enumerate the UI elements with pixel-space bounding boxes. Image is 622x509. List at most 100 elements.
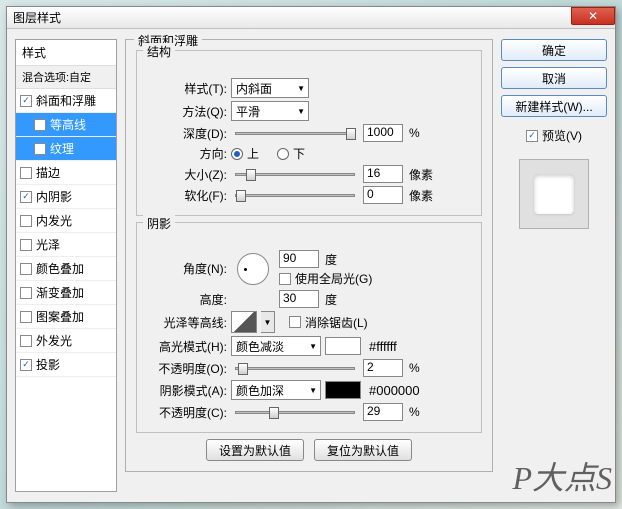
style-item-label: 颜色叠加	[36, 260, 84, 277]
style-checkbox[interactable]	[20, 191, 32, 203]
set-default-button[interactable]: 设置为默认值	[206, 439, 304, 461]
style-item-label: 图案叠加	[36, 308, 84, 325]
style-item-label: 斜面和浮雕	[36, 92, 96, 109]
styles-header[interactable]: 样式	[16, 40, 116, 66]
style-checkbox[interactable]	[20, 263, 32, 275]
antialias-checkbox[interactable]	[289, 316, 301, 328]
style-checkbox[interactable]	[20, 287, 32, 299]
direction-down-radio[interactable]	[277, 148, 289, 160]
titlebar[interactable]: 图层样式 ✕	[7, 7, 615, 29]
shadow-opacity-label: 不透明度(C):	[147, 404, 227, 421]
shadow-opacity-input[interactable]: 29	[363, 403, 403, 421]
highlight-opacity-slider[interactable]	[235, 367, 355, 370]
technique-label: 方法(Q):	[147, 103, 227, 120]
altitude-label: 高度:	[147, 291, 227, 308]
global-light-checkbox[interactable]	[279, 273, 291, 285]
slider-thumb[interactable]	[246, 169, 256, 181]
style-checkbox[interactable]	[20, 311, 32, 323]
style-checkbox[interactable]	[20, 167, 32, 179]
style-item[interactable]: 外发光	[16, 329, 116, 353]
main-settings-panel: 斜面和浮雕 结构 样式(T): 内斜面 方法(Q): 平滑 深度(D): 100	[125, 39, 493, 492]
slider-thumb[interactable]	[269, 407, 279, 419]
gloss-contour-picker[interactable]	[231, 311, 257, 333]
style-item[interactable]: 内发光	[16, 209, 116, 233]
shadow-color-swatch[interactable]	[325, 381, 361, 399]
style-checkbox[interactable]	[20, 239, 32, 251]
highlight-color-swatch[interactable]	[325, 337, 361, 355]
preview-label: 预览(V)	[542, 127, 582, 144]
depth-unit: %	[409, 126, 420, 140]
soften-input[interactable]: 0	[363, 186, 403, 204]
style-item[interactable]: 等高线	[16, 113, 116, 137]
altitude-input[interactable]: 30	[279, 290, 319, 308]
highlight-hex: #ffffff	[369, 339, 397, 354]
structure-group: 结构 样式(T): 内斜面 方法(Q): 平滑 深度(D): 1000 %	[136, 50, 482, 216]
shading-group: 阴影 角度(N): 90 度 使用全局光(G)	[136, 222, 482, 433]
style-checkbox[interactable]	[20, 359, 32, 371]
right-button-panel: 确定 取消 新建样式(W)... 预览(V)	[501, 39, 607, 492]
size-slider[interactable]	[235, 173, 355, 176]
style-item[interactable]: 斜面和浮雕	[16, 89, 116, 113]
style-checkbox[interactable]	[20, 215, 32, 227]
size-unit: 像素	[409, 166, 433, 183]
style-item[interactable]: 投影	[16, 353, 116, 377]
angle-dial[interactable]	[237, 253, 269, 285]
dialog-content: 样式 混合选项:自定 斜面和浮雕等高线纹理描边内阴影内发光光泽颜色叠加渐变叠加图…	[7, 29, 615, 502]
structure-legend: 结构	[143, 43, 175, 60]
technique-dropdown[interactable]: 平滑	[231, 101, 309, 121]
slider-thumb[interactable]	[346, 128, 356, 140]
style-item[interactable]: 图案叠加	[16, 305, 116, 329]
size-label: 大小(Z):	[147, 166, 227, 183]
style-checkbox[interactable]	[20, 335, 32, 347]
soften-label: 软化(F):	[147, 187, 227, 204]
highlight-mode-dropdown[interactable]: 颜色减淡	[231, 336, 321, 356]
depth-input[interactable]: 1000	[363, 124, 403, 142]
style-item[interactable]: 内阴影	[16, 185, 116, 209]
blend-options-row[interactable]: 混合选项:自定	[16, 66, 116, 89]
depth-slider[interactable]	[235, 132, 355, 135]
style-checkbox[interactable]	[34, 119, 46, 131]
style-item[interactable]: 光泽	[16, 233, 116, 257]
angle-unit: 度	[325, 251, 337, 268]
size-input[interactable]: 16	[363, 165, 403, 183]
style-dropdown[interactable]: 内斜面	[231, 78, 309, 98]
defaults-row: 设置为默认值 复位为默认值	[136, 439, 482, 461]
down-label: 下	[293, 145, 305, 162]
opacity-unit: %	[409, 361, 420, 375]
style-item[interactable]: 渐变叠加	[16, 281, 116, 305]
style-checkbox[interactable]	[34, 143, 46, 155]
slider-thumb[interactable]	[238, 363, 248, 375]
style-checkbox[interactable]	[20, 95, 32, 107]
direction-up-radio[interactable]	[231, 148, 243, 160]
dialog-title: 图层样式	[13, 9, 61, 26]
ok-button[interactable]: 确定	[501, 39, 607, 61]
style-item[interactable]: 描边	[16, 161, 116, 185]
bevel-section: 斜面和浮雕 结构 样式(T): 内斜面 方法(Q): 平滑 深度(D): 100	[125, 39, 493, 472]
shadow-mode-dropdown[interactable]: 颜色加深	[231, 380, 321, 400]
style-item-label: 描边	[36, 164, 60, 181]
contour-dropdown-arrow[interactable]: ▼	[261, 311, 275, 333]
shadow-opacity-slider[interactable]	[235, 411, 355, 414]
style-item[interactable]: 纹理	[16, 137, 116, 161]
close-icon: ✕	[588, 9, 598, 23]
style-item-label: 等高线	[50, 116, 86, 133]
new-style-button[interactable]: 新建样式(W)...	[501, 95, 607, 117]
global-light-label: 使用全局光(G)	[295, 270, 372, 287]
antialias-label: 消除锯齿(L)	[305, 314, 368, 331]
slider-thumb[interactable]	[236, 190, 246, 202]
highlight-mode-label: 高光模式(H):	[147, 338, 227, 355]
cancel-button[interactable]: 取消	[501, 67, 607, 89]
angle-label: 角度(N):	[147, 260, 227, 277]
altitude-unit: 度	[325, 291, 337, 308]
reset-default-button[interactable]: 复位为默认值	[314, 439, 412, 461]
style-label: 样式(T):	[147, 80, 227, 97]
opacity-unit2: %	[409, 405, 420, 419]
style-item[interactable]: 颜色叠加	[16, 257, 116, 281]
preview-checkbox[interactable]	[526, 130, 538, 142]
highlight-opacity-label: 不透明度(O):	[147, 360, 227, 377]
styles-list-panel: 样式 混合选项:自定 斜面和浮雕等高线纹理描边内阴影内发光光泽颜色叠加渐变叠加图…	[15, 39, 117, 492]
close-button[interactable]: ✕	[571, 7, 615, 25]
angle-input[interactable]: 90	[279, 250, 319, 268]
highlight-opacity-input[interactable]: 2	[363, 359, 403, 377]
soften-slider[interactable]	[235, 194, 355, 197]
